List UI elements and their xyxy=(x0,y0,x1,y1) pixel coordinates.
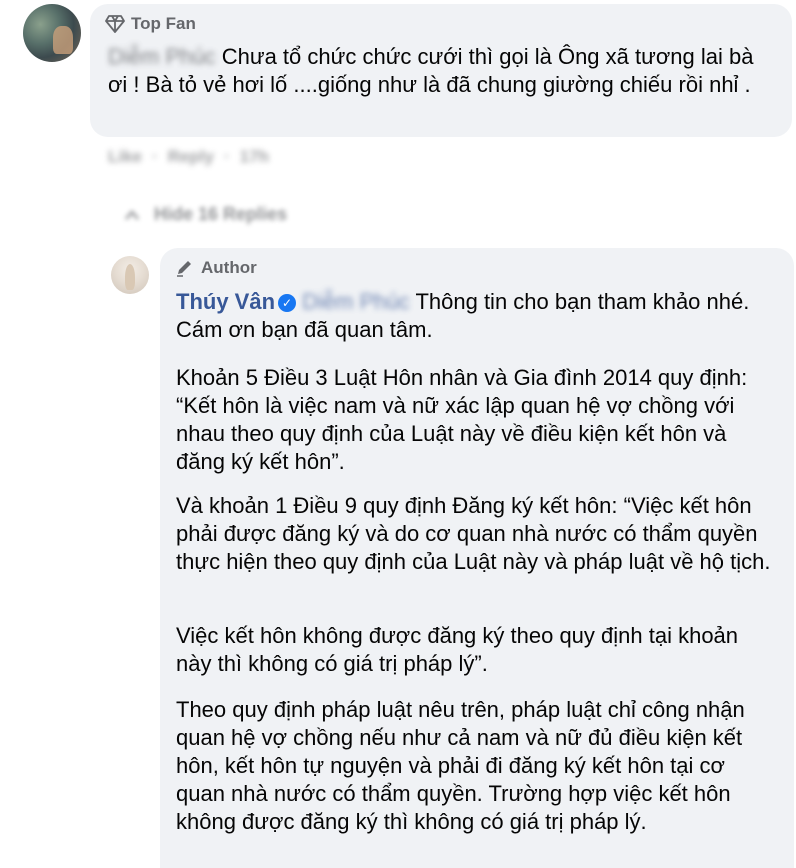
hide-replies-label[interactable]: Hide 16 Replies xyxy=(154,204,287,225)
reply-paragraph: Theo quy định pháp luật nêu trên, pháp l… xyxy=(176,697,745,834)
verified-check-icon: ✓ xyxy=(278,294,297,312)
reply-paragraph: Khoản 5 Điều 3 Luật Hôn nhân và Gia đình… xyxy=(176,365,748,474)
pen-icon xyxy=(177,261,191,277)
comment-actions: Like · Reply · 17h xyxy=(108,147,269,167)
comment-timestamp[interactable]: 17h xyxy=(240,147,269,167)
mention-blurred[interactable]: Diễm Phúc xyxy=(302,289,410,314)
reply-link[interactable]: Reply xyxy=(168,147,214,167)
reply-paragraph: Việc kết hôn không được đăng ký theo quy… xyxy=(176,623,739,676)
chevron-up-icon xyxy=(125,209,139,220)
dot-separator: · xyxy=(152,147,158,166)
hide-replies-toggle[interactable]: Hide 16 Replies xyxy=(124,204,287,225)
author-badge: Author xyxy=(175,258,257,278)
commenter-name-blurred[interactable]: Diễm Phúc xyxy=(108,43,216,71)
reply-intro: Thúy Vân ✓ Diễm Phúc Thông tin cho bạn th… xyxy=(176,288,776,344)
author-avatar[interactable] xyxy=(111,256,149,294)
like-link[interactable]: Like xyxy=(108,147,142,167)
diamond-icon xyxy=(105,15,125,33)
top-fan-badge: Top Fan xyxy=(105,14,196,34)
author-name[interactable]: Thúy Vân xyxy=(176,289,275,314)
author-label: Author xyxy=(201,258,257,277)
comment-body: Diễm Phúc Chưa tổ chức chức cưới thì gọi… xyxy=(108,43,778,99)
commenter-avatar[interactable] xyxy=(23,4,81,62)
dot-separator: · xyxy=(224,147,230,166)
reply-paragraph: Và khoản 1 Điều 9 quy định Đăng ký kết h… xyxy=(176,493,771,574)
top-fan-label: Top Fan xyxy=(131,14,196,33)
